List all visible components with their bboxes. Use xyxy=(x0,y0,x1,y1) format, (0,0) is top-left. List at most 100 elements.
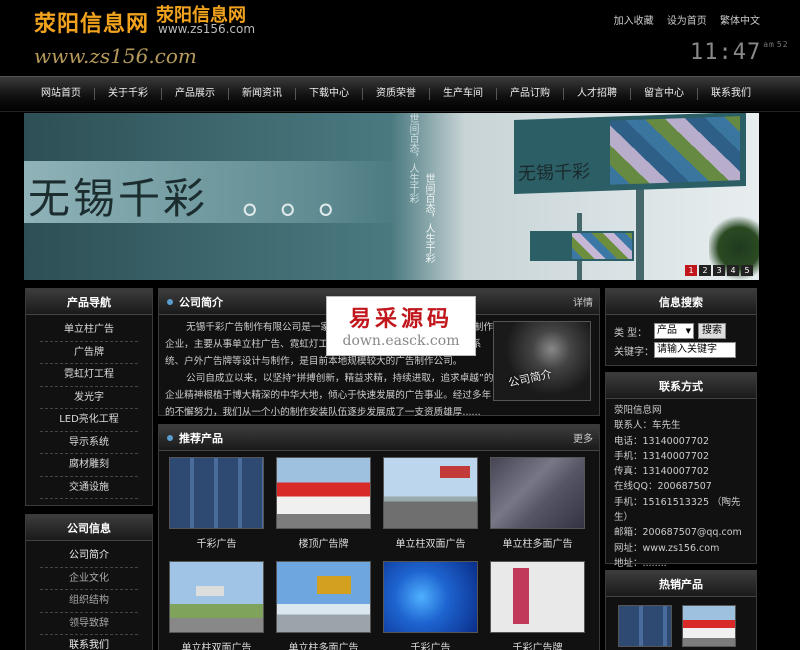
main-nav: 网站首页 关于千彩 产品展示 新闻资讯 下载中心 资质荣誉 生产车间 产品订购 … xyxy=(0,76,800,112)
set-homepage-link[interactable]: 设为首页 xyxy=(667,16,707,27)
company-info-item[interactable]: 联系我们 xyxy=(40,635,138,650)
recommended-products-header: 推荐产品 更多 xyxy=(159,425,599,451)
intro-image-caption: 公司简介 xyxy=(507,367,553,390)
company-info-item[interactable]: 公司简介 xyxy=(40,545,138,568)
product-card[interactable]: 单立柱双面广告 xyxy=(169,561,264,650)
recommended-products-title: 推荐产品 xyxy=(179,431,223,445)
product-thumb[interactable] xyxy=(490,561,585,633)
banner-title: 无锡千彩 xyxy=(28,174,209,223)
add-favorite-link[interactable]: 加入收藏 xyxy=(614,16,654,27)
hot-product-thumb[interactable] xyxy=(618,605,672,647)
product-thumb[interactable] xyxy=(169,561,264,633)
hot-product-thumb[interactable] xyxy=(682,605,736,647)
clock-time: 11:47 xyxy=(690,40,762,65)
company-info-title: 公司信息 xyxy=(26,515,152,541)
company-info-item[interactable]: 领导致辞 xyxy=(40,613,138,635)
billboard-pattern xyxy=(610,116,740,185)
nav-news[interactable]: 新闻资讯 xyxy=(229,88,296,100)
billboard-text: 无锡千彩 xyxy=(518,161,590,185)
contact-line: 地址：........ xyxy=(614,557,667,569)
product-thumb[interactable] xyxy=(169,457,264,529)
contact-line: 手机：13140007702 xyxy=(614,450,709,462)
intro-more-link[interactable]: 详情 xyxy=(573,294,593,309)
search-type-row: 类 型： 产品 搜索 xyxy=(614,323,756,339)
contact-line: 荥阳信息网 xyxy=(614,405,662,416)
product-thumb[interactable] xyxy=(490,457,585,529)
contact-box: 联系方式 荥阳信息网 联系人：车先生 电话：13140007702 手机：131… xyxy=(605,372,757,569)
product-nav-item[interactable]: 霓虹灯工程 xyxy=(40,364,138,387)
contact-line: 网址：www.zs156.com xyxy=(614,542,720,554)
site-logo[interactable]: 荥阳信息网 xyxy=(34,6,149,38)
search-button[interactable]: 搜索 xyxy=(698,323,726,339)
nav-order[interactable]: 产品订购 xyxy=(497,88,564,100)
search-keyword-row: 关键字： 请输入关键字 xyxy=(614,342,756,358)
bullet-icon xyxy=(167,298,173,305)
hot-products-box: 热销产品 xyxy=(605,570,757,650)
product-caption[interactable]: 千彩广告牌 xyxy=(490,639,585,650)
billboard-image-small xyxy=(530,231,634,261)
banner-page-2[interactable]: 2 xyxy=(699,265,711,276)
product-card[interactable]: 单立柱多面广告 xyxy=(276,561,371,650)
product-card[interactable]: 单立柱多面广告 xyxy=(490,457,585,550)
intro-image[interactable]: 公司简介 xyxy=(493,321,591,401)
nav-about[interactable]: 关于千彩 xyxy=(95,88,162,100)
contact-line: 传真：13140007702 xyxy=(614,466,709,478)
nav-workshop[interactable]: 生产车间 xyxy=(430,88,497,100)
product-nav-item[interactable]: 腐材雕刻 xyxy=(40,454,138,477)
nav-jobs[interactable]: 人才招聘 xyxy=(564,88,631,100)
site-header: 荥阳信息网 荥阳信息网 www.zs156.com www.zs156.com … xyxy=(0,0,800,76)
product-card[interactable]: 千彩广告 xyxy=(169,457,264,550)
banner-page-3[interactable]: 3 xyxy=(713,265,725,276)
product-nav-item[interactable]: 广告牌 xyxy=(40,342,138,364)
contact-line: 邮箱：200687507@qq.com xyxy=(614,527,742,539)
billboard-pole xyxy=(636,189,644,280)
company-intro-title: 公司简介 xyxy=(179,295,223,309)
product-nav-list: 单立柱广告 广告牌 霓虹灯工程 发光字 LED亮化工程 导示系统 腐材雕刻 交通… xyxy=(26,315,152,503)
search-type-select[interactable]: 产品 xyxy=(654,323,694,339)
clock-seconds: 52 xyxy=(776,40,789,49)
products-more-link[interactable]: 更多 xyxy=(573,430,593,445)
hot-products-title: 热销产品 xyxy=(606,571,756,597)
product-nav-item[interactable]: 发光字 xyxy=(40,387,138,409)
billboard-image: 无锡千彩 xyxy=(514,113,746,195)
product-nav-item[interactable]: 导示系统 xyxy=(40,432,138,454)
product-caption[interactable]: 楼顶广告牌 xyxy=(276,535,371,550)
product-caption[interactable]: 单立柱多面广告 xyxy=(276,639,371,650)
product-caption[interactable]: 单立柱多面广告 xyxy=(490,535,585,550)
product-card[interactable]: 单立柱双面广告 xyxy=(383,457,478,550)
search-keyword-input[interactable]: 请输入关键字 xyxy=(654,342,736,358)
recommended-products-box: 推荐产品 更多 千彩广告 楼顶广告牌 单立柱双面广告 单立柱多面广告 单立柱双面… xyxy=(158,424,600,650)
product-caption[interactable]: 单立柱双面广告 xyxy=(383,535,478,550)
nav-products[interactable]: 产品展示 xyxy=(162,88,229,100)
product-caption[interactable]: 千彩广告 xyxy=(169,535,264,550)
nav-contact[interactable]: 联系我们 xyxy=(698,88,764,100)
banner-page-1[interactable]: 1 xyxy=(685,265,697,276)
product-caption[interactable]: 单立柱双面广告 xyxy=(169,639,264,650)
product-thumb[interactable] xyxy=(383,457,478,529)
contact-line: 电话：13140007702 xyxy=(614,435,709,447)
product-nav-item[interactable]: 交通设施 xyxy=(40,477,138,499)
product-thumb[interactable] xyxy=(276,457,371,529)
product-thumb[interactable] xyxy=(276,561,371,633)
banner-page-4[interactable]: 4 xyxy=(727,265,739,276)
traditional-chinese-link[interactable]: 繁体中文 xyxy=(720,16,760,27)
product-caption[interactable]: 千彩广告 xyxy=(383,639,478,650)
search-type-label: 类 型： xyxy=(614,327,648,339)
company-info-item[interactable]: 企业文化 xyxy=(40,568,138,590)
clock-ampm: am xyxy=(763,40,775,49)
nav-download[interactable]: 下载中心 xyxy=(296,88,363,100)
watermark-url: down.easck.com xyxy=(342,333,460,349)
company-info-item[interactable]: 组织结构 xyxy=(40,590,138,613)
digital-clock: 11:47 am 52 xyxy=(690,40,789,65)
hero-banner[interactable]: 无锡千彩 。。。 世间百态，人生千彩 世间百态，人生千彩 无锡千彩 1 2 3 … xyxy=(24,113,759,280)
nav-honors[interactable]: 资质荣誉 xyxy=(363,88,430,100)
product-nav-item[interactable]: 单立柱广告 xyxy=(40,319,138,342)
product-card[interactable]: 千彩广告牌 xyxy=(490,561,585,650)
product-card[interactable]: 千彩广告 xyxy=(383,561,478,650)
product-thumb[interactable] xyxy=(383,561,478,633)
banner-page-5[interactable]: 5 xyxy=(741,265,753,276)
nav-guestbook[interactable]: 留言中心 xyxy=(631,88,698,100)
product-nav-item[interactable]: LED亮化工程 xyxy=(40,409,138,432)
nav-home[interactable]: 网站首页 xyxy=(28,88,95,100)
product-card[interactable]: 楼顶广告牌 xyxy=(276,457,371,550)
